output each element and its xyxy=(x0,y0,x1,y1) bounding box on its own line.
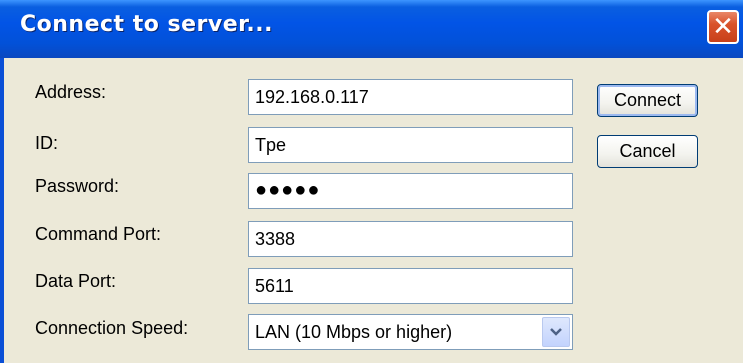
command-port-field[interactable]: 3388 xyxy=(248,221,573,257)
address-field[interactable]: 192.168.0.117 xyxy=(248,79,573,115)
password-label: Password: xyxy=(35,176,120,196)
id-label: ID: xyxy=(35,133,59,153)
command-port-label: Command Port: xyxy=(35,224,162,244)
chevron-down-icon xyxy=(550,328,562,336)
window-title: Connect to server... xyxy=(20,12,273,37)
connection-speed-value: LAN (10 Mbps or higher) xyxy=(255,321,453,342)
close-button[interactable]: ✕ xyxy=(707,10,739,44)
close-icon: ✕ xyxy=(712,12,734,42)
dropdown-button[interactable] xyxy=(542,317,570,347)
data-port-label: Data Port: xyxy=(35,271,117,291)
connect-button[interactable]: Connect xyxy=(597,84,698,117)
window-frame-left xyxy=(0,58,4,363)
cancel-button[interactable]: Cancel xyxy=(597,135,698,168)
title-bar[interactable]: Connect to server... ✕ xyxy=(0,0,743,58)
address-label: Address: xyxy=(35,82,107,102)
id-field[interactable]: Tpe xyxy=(248,127,573,163)
data-port-field[interactable]: 5611 xyxy=(248,268,573,304)
password-field[interactable]: ●●●●● xyxy=(248,173,573,209)
connection-speed-select[interactable]: LAN (10 Mbps or higher) xyxy=(248,314,573,350)
connection-speed-label: Connection Speed: xyxy=(35,318,189,338)
